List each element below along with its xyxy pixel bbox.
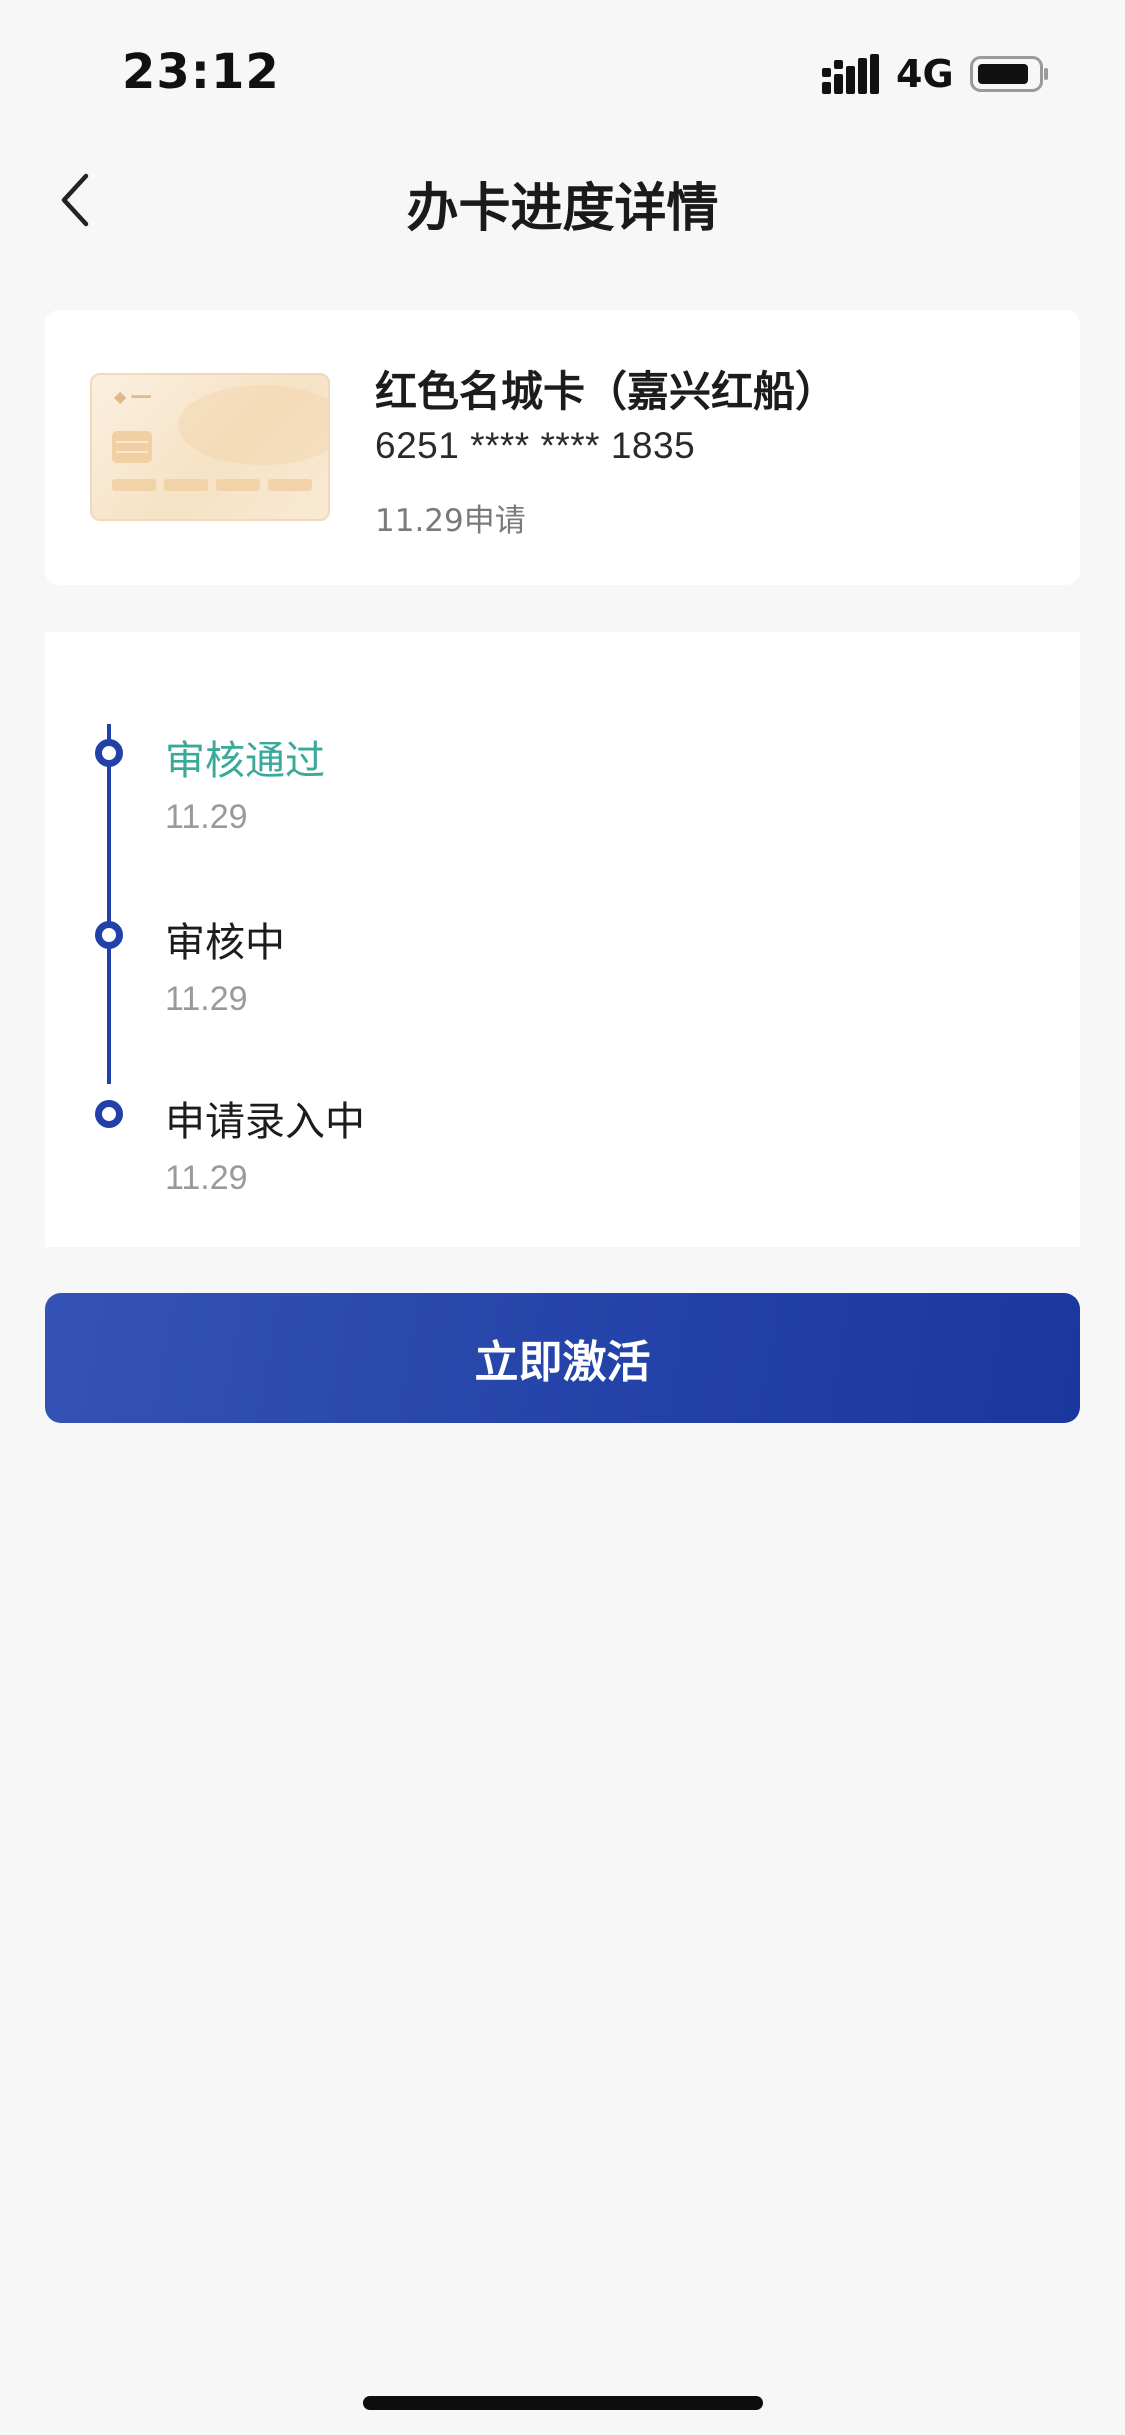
credit-card-image: ◆ ━━ [90,373,330,521]
status-time: 23:12 [122,44,280,100]
card-number: 6251 **** **** 1835 [375,425,696,466]
status-bar: 23:12 4G [0,0,1125,150]
bank-logo-icon: ◆ ━━ [114,387,151,406]
page-title: 办卡进度详情 [406,179,719,239]
card-applied-date: 11.29申请 [375,503,526,539]
card-name: 红色名城卡（嘉兴红船） [375,367,838,416]
timeline-step-entering: 申请录入中 11.29 [45,1053,1080,1203]
card-chip-icon [112,431,152,463]
timeline-dot-icon [95,921,123,949]
activate-button[interactable]: 立即激活 [45,1293,1080,1423]
battery-icon [970,56,1048,92]
step-date: 11.29 [165,1159,248,1197]
step-date: 11.29 [165,798,248,836]
nav-bar: 办卡进度详情 [0,150,1125,250]
step-label: 审核中 [165,920,285,966]
timeline-step-reviewing: 审核中 11.29 [45,873,1080,1023]
progress-timeline: 审核通过 11.29 审核中 11.29 申请录入中 11.29 [45,632,1080,1247]
network-label: 4G [896,52,954,96]
step-label: 申请录入中 [165,1099,365,1145]
timeline-dot-icon [95,739,123,767]
step-date: 11.29 [165,980,248,1018]
timeline-dot-icon [95,1100,123,1128]
step-label: 审核通过 [165,738,325,784]
timeline-step-approved: 审核通过 11.29 [45,692,1080,842]
signal-bars-icon [822,54,879,94]
card-summary: ◆ ━━ 红色名城卡（嘉兴红船） 6251 **** **** 1835 11.… [45,310,1080,585]
home-indicator[interactable] [363,2396,763,2410]
